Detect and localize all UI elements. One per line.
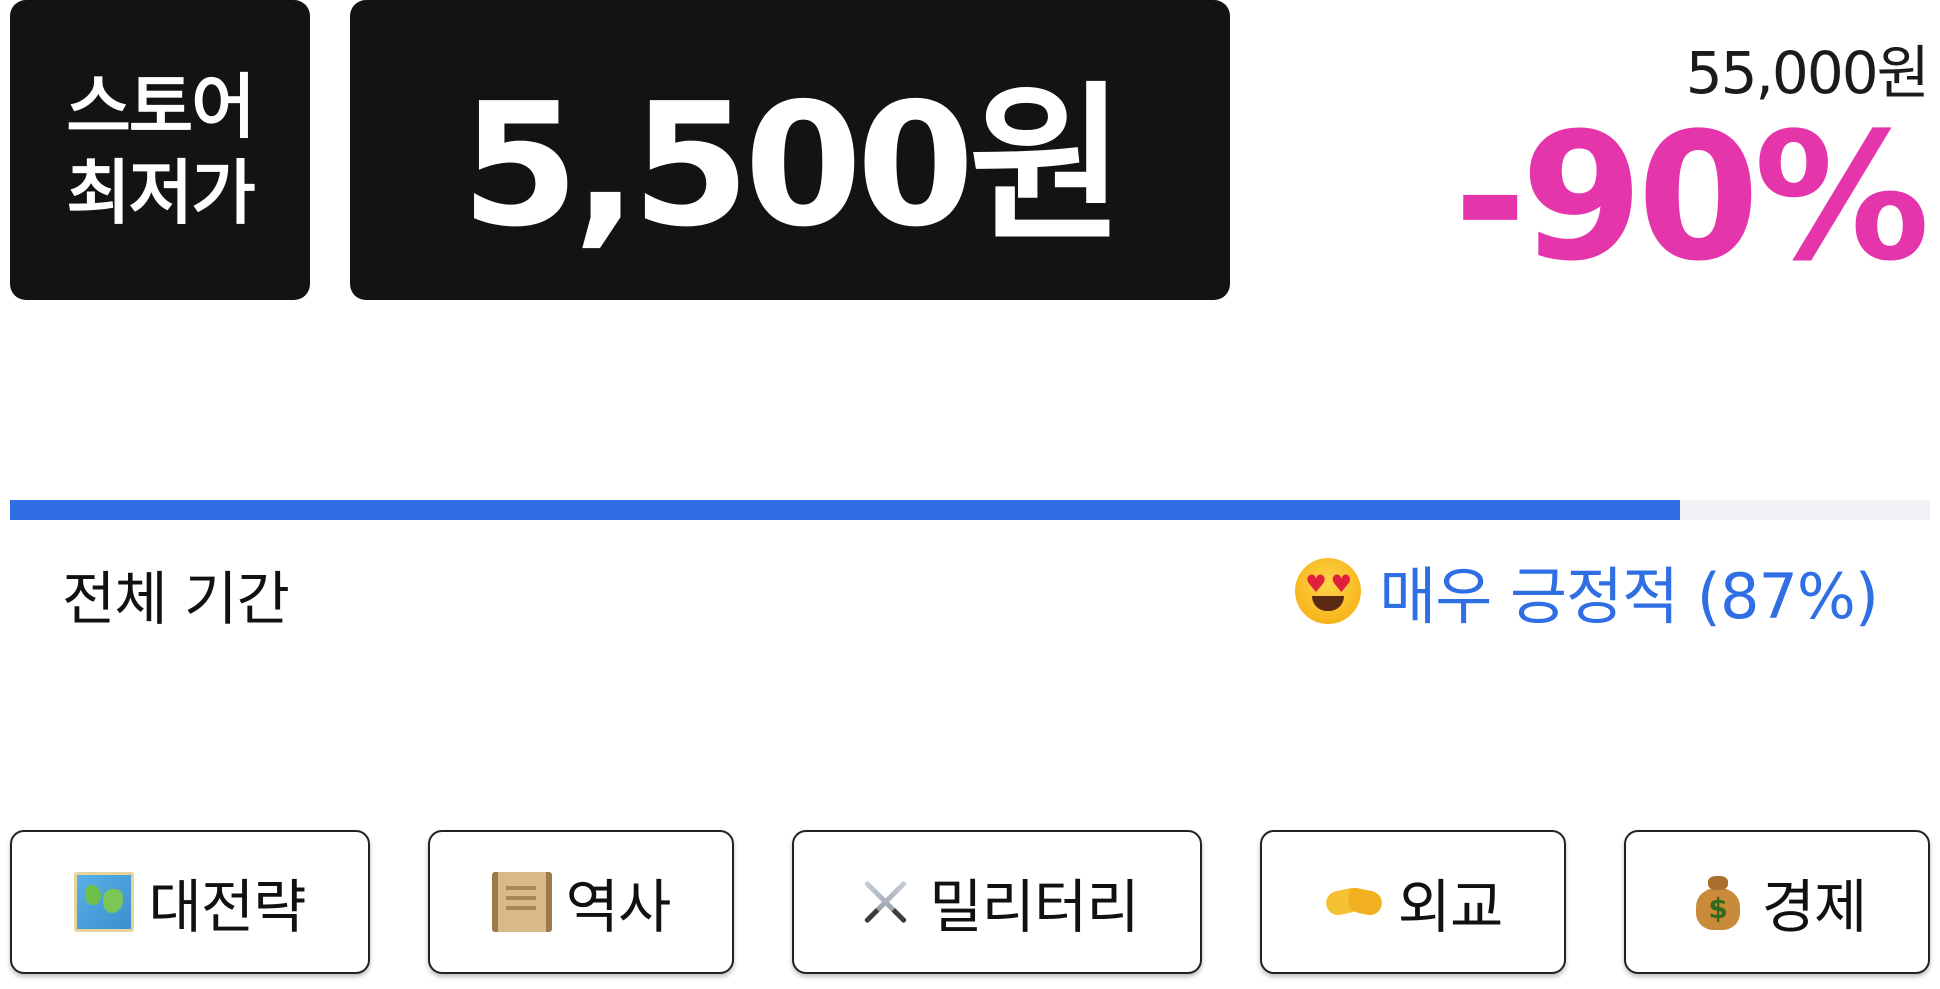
tag-diplomacy[interactable]: 외교 xyxy=(1260,830,1566,974)
tag-label: 외교 xyxy=(1397,873,1504,941)
handshake-icon xyxy=(1324,872,1384,932)
store-badge-line2: 최저가 xyxy=(66,152,255,234)
tag-military[interactable]: 밀리터리 xyxy=(792,830,1202,974)
review-period-label: 전체 기간 xyxy=(62,565,290,633)
heart-eyes-icon: ♥ ♥ xyxy=(1295,558,1362,624)
tag-label: 역사 xyxy=(565,873,672,941)
world-map-icon xyxy=(74,872,135,932)
tag-grand-strategy[interactable]: 대전략 xyxy=(10,830,370,974)
review-progress-fill xyxy=(10,500,1681,520)
review-progress-bar xyxy=(10,500,1930,520)
tag-label: 밀리터리 xyxy=(929,873,1139,941)
current-price-box: 5,500원 xyxy=(350,0,1230,300)
tag-history[interactable]: 역사 xyxy=(428,830,734,974)
store-lowest-price-badge: 스토어 최저가 xyxy=(10,0,310,300)
money-bag-icon xyxy=(1688,872,1748,932)
store-badge-line1: 스토어 xyxy=(66,66,255,148)
tag-list: 대전략 역사 밀리터리 외교 경제 xyxy=(0,830,1940,976)
discount-percent: -90% xyxy=(1453,95,1930,300)
current-price: 5,500원 xyxy=(460,67,1125,265)
crossed-swords-icon xyxy=(855,872,915,932)
deal-card: 스토어 최저가 5,500원 55,000원 -90% 전체 기간 ♥ ♥ 매우 … xyxy=(0,0,1940,989)
tag-economy[interactable]: 경제 xyxy=(1624,830,1930,974)
tag-label: 경제 xyxy=(1761,873,1868,941)
review-summary[interactable]: ♥ ♥ 매우 긍정적 (87%) xyxy=(1295,546,1879,636)
scroll-icon xyxy=(491,872,552,932)
tag-label: 대전략 xyxy=(148,873,306,941)
review-summary-text: 매우 긍정적 (87%) xyxy=(1379,560,1879,633)
